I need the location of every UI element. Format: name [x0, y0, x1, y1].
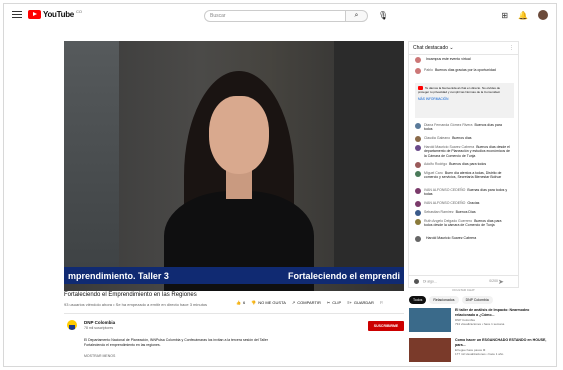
channel-avatar[interactable] [67, 320, 77, 330]
youtube-logo[interactable]: YouTube CO [28, 9, 82, 19]
notifications-icon[interactable]: 🔔 [518, 11, 528, 20]
search-button[interactable]: ⌕ [346, 10, 368, 22]
like-button[interactable]: 👍 6 [236, 300, 245, 305]
report-flag-icon[interactable]: ⚐ [380, 300, 384, 305]
chat-message: Miguel Caro Buen día atentos a todas, Dis… [415, 171, 511, 180]
video-description: El Departamento Nacional de Planeación, … [84, 338, 268, 347]
lower-third-right: Fortaleciendo el emprendi [287, 270, 400, 281]
chat-message: IVAN ALFONSO CEDEÑO Gracias [415, 201, 511, 207]
lower-third-left: mprendimiento. Taller 3 [68, 270, 169, 281]
chat-author-avatar [415, 162, 421, 168]
chat-message: Adolfo Rodrigo Buenos días para todos [415, 162, 511, 168]
share-icon: ↗ [291, 300, 296, 305]
video-player[interactable]: mprendimiento. Taller 3 Fortaleciendo el… [64, 41, 404, 291]
more-info-link[interactable]: MÁS INFORMACIÓN [418, 97, 511, 101]
video-wall-area [334, 41, 404, 276]
logo-text: YouTube [43, 10, 74, 19]
chip-all[interactable]: Todos [409, 296, 427, 304]
search-icon: ⌕ [354, 12, 359, 19]
top-bar: YouTube CO Buscar ⌕ 🎙 ⊞ 🔔 [4, 4, 556, 28]
chat-char-counter: 0/200 [489, 279, 498, 283]
chat-author-avatar [415, 136, 421, 142]
chat-author-avatar [415, 145, 421, 151]
chat-message: Harold Mauricio Suarez Cabrera [415, 236, 511, 242]
chat-message: Ruth Angelo Delgado Guerrero Buenos días … [415, 219, 511, 228]
recommended-meta: El legue hace pasos ⊗ 177 mil visualizaci… [455, 348, 504, 356]
country-code: CO [75, 9, 82, 14]
chat-author-avatar [415, 236, 421, 242]
chat-author-avatar [415, 219, 421, 225]
channel-name[interactable]: DNP Colombia [84, 320, 115, 325]
lower-third-banner: mprendimiento. Taller 3 Fortaleciendo el… [64, 267, 404, 284]
chat-divider [409, 54, 518, 55]
playlist-add-icon: ≡+ [347, 300, 352, 305]
video-title: Fortaleciendo el Emprendimiento en las R… [64, 292, 197, 298]
show-less-button[interactable]: MOSTRAR MENOS [84, 354, 115, 358]
video-actions: 👍 6 👎 NO ME GUSTA ↗ COMPARTIR ✂ CLIP ≡+ GUARD… [236, 300, 383, 305]
chat-message: Harold Mauricio Suarez Cabrera Buenos día… [415, 145, 511, 158]
thumbs-down-icon: 👎 [251, 300, 257, 305]
chat-author-avatar [415, 201, 421, 207]
chat-message: Diana Fernanda Gómez Rivera Buenos días p… [415, 123, 511, 132]
chat-author-avatar [415, 68, 421, 74]
chat-message: IVAN ALFONSO CEDEÑO Buenas días para todo… [415, 188, 511, 197]
chat-more-icon[interactable]: ⋮ [509, 45, 514, 51]
video-window-area [64, 41, 119, 276]
recommended-title[interactable]: El taller de análisis de Impacto: Nearmo… [455, 308, 550, 317]
subscribe-button[interactable]: SUSCRIBIRME [368, 321, 404, 331]
chat-header[interactable]: Chat destacado ⌄ [413, 45, 454, 51]
recommended-video[interactable]: El taller de análisis de Impacto: Nearmo… [409, 308, 539, 334]
divider [64, 313, 404, 314]
send-icon[interactable]: ➤ [498, 278, 504, 286]
recommended-meta: DNP Colombia 734 visualizaciones • hace 1… [455, 318, 505, 326]
thumbs-up-icon: 👍 [236, 300, 241, 305]
chevron-down-icon: ⌄ [449, 45, 454, 51]
chat-message: Incampus este evento virtual [415, 57, 511, 63]
create-video-icon[interactable]: ⊞ [501, 11, 508, 20]
video-thumbnail[interactable] [409, 338, 451, 362]
video-meta: 93 usuarios viéndolo ahora • Se ha empez… [64, 302, 208, 307]
share-button[interactable]: ↗ COMPARTIR [292, 300, 321, 305]
scissors-icon: ✂ [326, 300, 331, 305]
chat-message: Claudia Galeano Buenos días [415, 136, 511, 142]
chip-related[interactable]: Relacionados [429, 296, 459, 304]
chat-author-avatar [415, 188, 421, 194]
channel-subscribers: 78 mil suscriptores [84, 326, 114, 330]
video-thumbnail[interactable] [409, 308, 451, 332]
chat-author-avatar [415, 210, 421, 216]
chip-channel[interactable]: DNP Colombia [461, 296, 493, 304]
clip-button[interactable]: ✂ CLIP [327, 300, 341, 305]
avatar[interactable] [538, 10, 548, 20]
recommendation-chips: Todos Relacionados DNP Colombia [409, 296, 493, 304]
browser-frame: YouTube CO Buscar ⌕ 🎙 ⊞ 🔔 mprendimiento.… [3, 3, 557, 367]
recommended-title[interactable]: Como hacer un ESGANCHADO ESTANDO en HOUS… [455, 338, 550, 347]
chat-message: Pablo Buenos días gracias por la oportuni… [415, 68, 511, 74]
menu-icon[interactable] [12, 11, 22, 19]
mic-icon[interactable]: 🎙 [378, 10, 388, 21]
recommended-video[interactable]: Como hacer un ESGANCHADO ESTANDO en HOUS… [409, 338, 546, 364]
save-button[interactable]: ≡+ GUARDAR [347, 300, 374, 305]
chat-welcome-notice: Te damos la bienvenida al chat en direct… [415, 83, 514, 118]
dislike-button[interactable]: 👎 NO ME GUSTA [251, 300, 286, 305]
chat-author-avatar [415, 171, 421, 177]
speaker-face [209, 96, 269, 174]
play-logo-icon [28, 10, 41, 19]
chat-message: Sebastian Ramirez Buenos Días [415, 210, 511, 216]
chat-author-avatar [415, 123, 421, 129]
search-input[interactable]: Buscar [204, 10, 346, 22]
chat-author-avatar [415, 57, 421, 63]
hide-chat-button[interactable]: OCULTAR CHAT [408, 288, 519, 292]
live-chat-panel: Chat destacado ⌄ ⋮ Incampus este evento … [408, 41, 519, 276]
chat-user-avatar [414, 279, 419, 284]
header-actions: ⊞ 🔔 [501, 10, 548, 20]
